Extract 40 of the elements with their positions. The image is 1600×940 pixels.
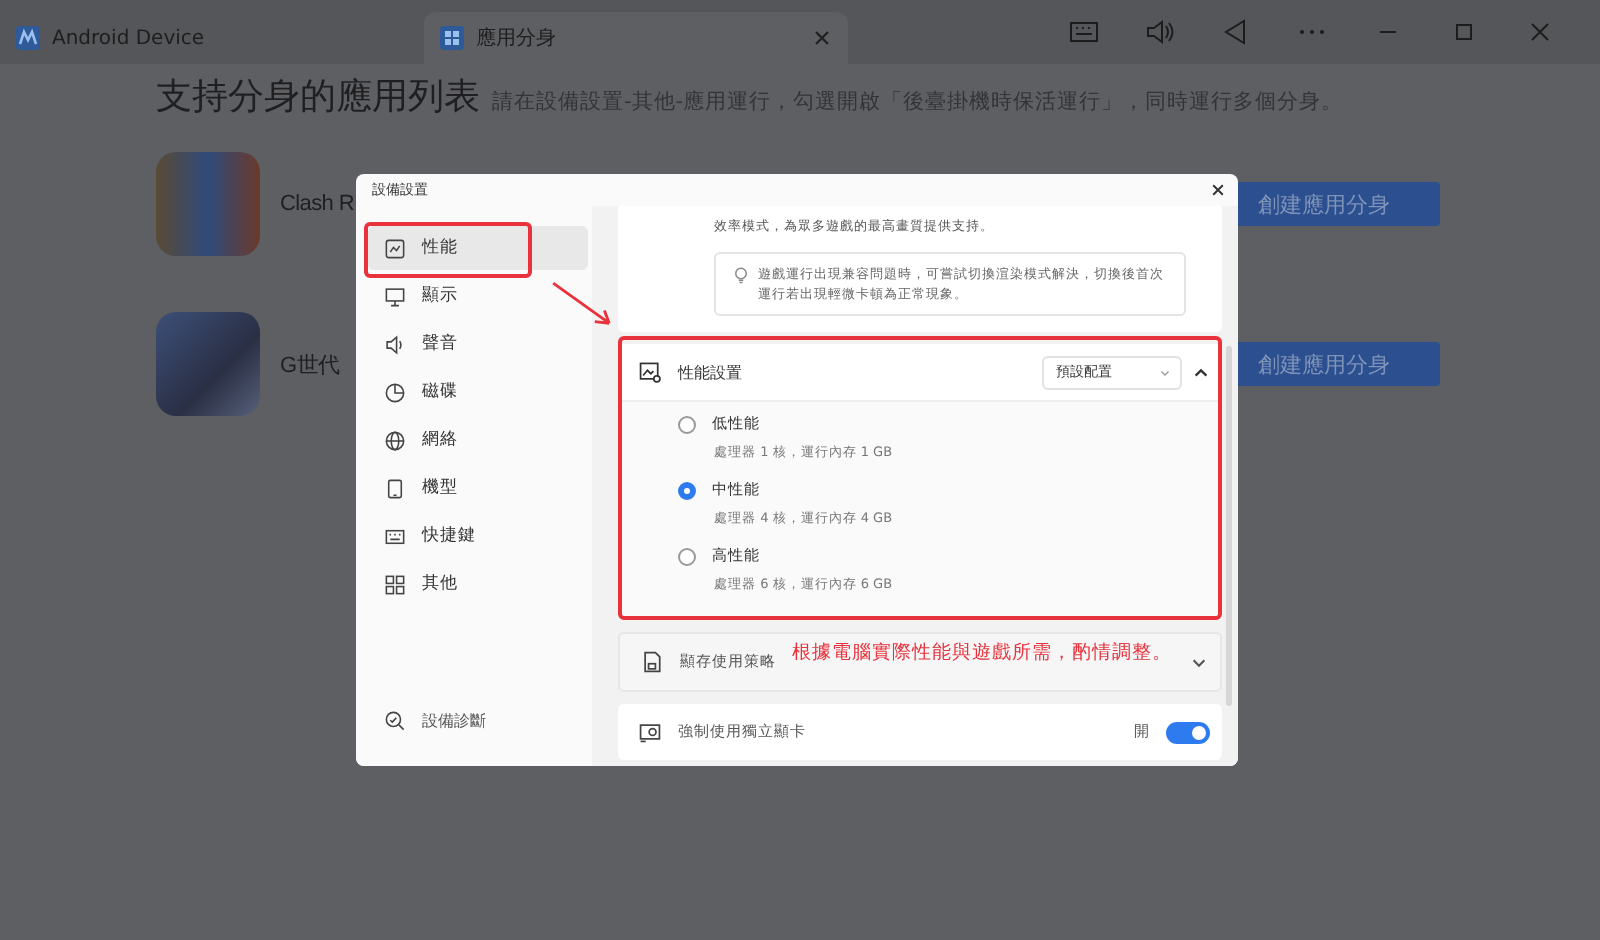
lightbulb-icon (732, 266, 750, 284)
sidebar-item[interactable]: 其他 (368, 562, 588, 606)
app-icon-placeholder (156, 312, 260, 416)
app-name: Clash R (280, 192, 357, 216)
app-icon-placeholder (156, 152, 260, 256)
graphics-card-icon (638, 720, 662, 745)
toggle-switch[interactable] (1166, 721, 1210, 744)
diagnostics-link[interactable]: 設備診斷 (368, 698, 588, 742)
radio-button[interactable] (678, 415, 696, 434)
sidebar-item[interactable]: 聲音 (368, 322, 588, 366)
monitor-icon (384, 285, 406, 307)
sidebar-item[interactable]: 性能 (368, 226, 588, 270)
close-icon[interactable] (1210, 182, 1226, 198)
sidebar-item[interactable]: 磁碟 (368, 370, 588, 414)
grid-icon (384, 573, 406, 595)
app-logo-icon (16, 26, 40, 50)
phone-icon (384, 477, 406, 499)
sidebar-item[interactable]: 顯示 (368, 274, 588, 318)
app-name: G世代 (280, 351, 342, 379)
grid-app-icon (440, 26, 464, 50)
sidebar-item[interactable]: 網絡 (368, 418, 588, 462)
picture-gear-icon (638, 360, 662, 385)
chart-icon (384, 237, 406, 259)
section-title: 性能設置 (678, 361, 742, 384)
magnifier-icon (384, 709, 406, 731)
globe-icon (384, 429, 406, 451)
pie-icon (384, 381, 406, 403)
speaker-icon[interactable] (1144, 16, 1176, 48)
sidebar-item[interactable]: 快捷鍵 (368, 514, 588, 558)
speaker-icon (384, 333, 406, 355)
radio-button[interactable] (678, 547, 696, 566)
annotation-arrow (550, 280, 614, 328)
keyboard-icon (384, 525, 406, 547)
chevron-up-icon[interactable] (1192, 363, 1210, 382)
keyboard-icon[interactable] (1068, 16, 1100, 48)
card-outline-icon (640, 650, 664, 675)
radio-button[interactable] (678, 481, 696, 500)
sidebar-item[interactable]: 機型 (368, 466, 588, 510)
annotation-caption: 根據電腦實際性能與遊戲所需，酌情調整。 (792, 640, 1172, 667)
page-title: 支持分身的應用列表 (156, 74, 480, 120)
